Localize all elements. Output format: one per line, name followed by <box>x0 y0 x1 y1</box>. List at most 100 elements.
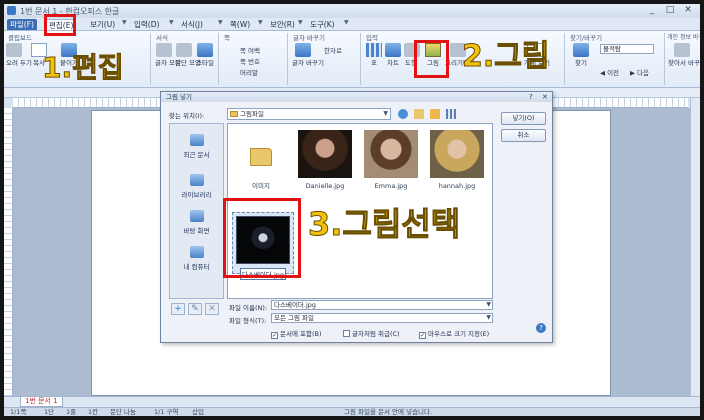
file-item-folder[interactable]: 이미지 <box>232 130 290 190</box>
lookin-select[interactable]: 그림파일 ▼ <box>227 108 391 120</box>
char-change-button[interactable]: 글자 바꾸기 <box>292 43 324 67</box>
chevron-down-icon[interactable]: ▼ <box>258 19 263 26</box>
status-column: 1단 <box>44 408 55 416</box>
status-section: 1/1 구역 <box>154 408 179 416</box>
dialog-close-button[interactable]: ✕ <box>542 92 548 102</box>
cancel-button[interactable]: 취소 <box>501 129 546 142</box>
place-desktop[interactable]: 바탕 화면 <box>170 210 223 235</box>
document-tabs: 1번 문서 1 <box>4 396 700 407</box>
edit-icon[interactable]: ✎ <box>188 303 202 315</box>
chevron-down-icon[interactable]: ▼ <box>122 19 127 26</box>
binoculars-icon <box>573 43 589 57</box>
vertical-scrollbar[interactable] <box>690 98 700 396</box>
document-tab[interactable]: 1번 문서 1 <box>20 397 63 407</box>
divider <box>287 33 288 85</box>
group-insert-label: 입력 <box>366 34 378 42</box>
dialog-title: 그림 넣기 <box>161 92 552 102</box>
menu-security[interactable]: 보안(R) <box>270 19 295 30</box>
minimize-button[interactable]: _ <box>644 5 660 16</box>
group-char-label: 글자 바꾸기 <box>293 34 325 42</box>
annotation-box-file <box>223 198 301 278</box>
para-style-button[interactable]: 문단 모양 <box>175 43 201 67</box>
annotation-step2: 2.그림 <box>461 39 550 74</box>
app-window: 1번 문서 1 - 한컴오피스 한글 _ □ ✕ 파일(F) 편집(E) 보기(… <box>0 0 704 420</box>
find-next-button[interactable]: ▶ 다음 <box>630 67 649 77</box>
cut-button[interactable]: 오려 두기 <box>6 43 32 67</box>
back-icon[interactable] <box>398 109 408 119</box>
menu-tools[interactable]: 도구(K) <box>310 19 335 30</box>
annotation-step1: 1.편집 <box>42 51 125 84</box>
filetype-label: 파일 형식(T): <box>229 317 267 325</box>
style-button[interactable]: 스타일 <box>195 43 215 67</box>
embed-checkbox[interactable]: ✓ 문서에 포함(B) <box>271 328 322 339</box>
status-mode: 삽입 <box>192 408 204 416</box>
recent-docs-icon <box>189 134 204 146</box>
status-char: 1칸 <box>88 408 99 416</box>
new-folder-icon[interactable] <box>430 109 440 119</box>
computer-icon <box>189 246 204 258</box>
hanja-button[interactable]: 한자로 <box>324 45 342 55</box>
page-margin-button[interactable]: 쪽 여백 <box>240 45 260 55</box>
vertical-ruler[interactable] <box>4 108 13 396</box>
places-bar: 최근 문서 라이브러리 바탕 화면 내 컴퓨터 <box>169 123 224 299</box>
style-icon <box>197 43 213 57</box>
add-icon[interactable]: + <box>171 303 185 315</box>
place-library[interactable]: 라이브러리 <box>170 174 223 199</box>
group-find-label: 찾기/바꾸기 <box>570 34 603 42</box>
hwp-logo-icon <box>7 6 16 15</box>
chevron-down-icon[interactable]: ▼ <box>298 19 303 26</box>
as-char-checkbox[interactable]: 글자처럼 취급(C) <box>343 328 400 338</box>
mouse-size-checkbox[interactable]: ✓ 마우스로 크기 지정(E) <box>419 328 489 339</box>
filename-input[interactable]: 다스베이더.jpg ▼ <box>271 300 493 310</box>
status-line: 1줄 <box>66 408 77 416</box>
find-replace-button[interactable]: 찾아서 바꾸기 <box>668 43 700 67</box>
help-icon[interactable]: ? <box>536 323 546 333</box>
place-computer[interactable]: 내 컴퓨터 <box>170 246 223 271</box>
place-recent[interactable]: 최근 문서 <box>170 134 223 159</box>
menu-page[interactable]: 쪽(W) <box>230 19 250 30</box>
divider <box>564 33 565 85</box>
insert-button[interactable]: 넣기(O) <box>501 112 546 125</box>
chart-icon <box>385 43 401 57</box>
annotation-box-edit <box>44 14 76 36</box>
paragraph-icon <box>176 43 192 57</box>
file-item[interactable]: Emma.jpg <box>362 130 420 190</box>
find-input[interactable]: 몰적탐 <box>600 44 654 54</box>
restore-button[interactable]: □ <box>662 5 678 16</box>
photo-thumbnail <box>364 130 418 178</box>
annotation-step3: 3.그림선택 <box>307 205 461 243</box>
chevron-down-icon[interactable]: ▼ <box>218 19 223 26</box>
filetype-select[interactable]: 모든 그림 파일 ▼ <box>271 313 493 323</box>
close-button[interactable]: ✕ <box>680 5 696 16</box>
view-menu-icon[interactable] <box>446 109 456 119</box>
up-folder-icon[interactable] <box>414 109 424 119</box>
divider <box>150 33 151 85</box>
header-button[interactable]: 머리말 <box>240 67 258 77</box>
find-prev-button[interactable]: ◀ 이전 <box>600 67 619 77</box>
photo-thumbnail <box>298 130 352 178</box>
find-button[interactable]: 찾기 <box>570 43 592 67</box>
menu-insert[interactable]: 입력(D) <box>134 19 159 30</box>
chevron-down-icon[interactable]: ▼ <box>344 19 349 26</box>
text-style-button[interactable]: 글자 모양 <box>155 43 181 67</box>
page-number-button[interactable]: 쪽 번호 <box>240 56 260 66</box>
status-page: 1/1쪽 <box>10 408 27 416</box>
file-item[interactable]: Danielle.jpg <box>296 130 354 190</box>
chevron-down-icon[interactable]: ▼ <box>169 19 174 26</box>
menu-file[interactable]: 파일(F) <box>7 19 37 30</box>
status-para: 문단 나눔 <box>110 408 136 416</box>
divider <box>218 33 219 85</box>
delete-icon[interactable]: ✕ <box>205 303 219 315</box>
menu-view[interactable]: 보기(U) <box>90 19 115 30</box>
group-personal-label: 개인 정보 바꾸기 <box>667 34 704 41</box>
dialog-help-button[interactable]: ? <box>529 92 533 102</box>
group-page-label: 쪽 <box>224 34 230 42</box>
table-button[interactable]: 표 <box>366 43 382 67</box>
title-bar: 1번 문서 1 - 한컴오피스 한글 _ □ ✕ <box>4 4 700 18</box>
file-item[interactable]: hannah.jpg <box>428 130 486 190</box>
library-icon <box>189 174 204 186</box>
menu-format[interactable]: 서식(J) <box>181 19 203 30</box>
chevron-down-icon: ▼ <box>486 314 491 321</box>
checkbox-icon: ✓ <box>419 332 426 339</box>
chart-button[interactable]: 차트 <box>384 43 402 67</box>
